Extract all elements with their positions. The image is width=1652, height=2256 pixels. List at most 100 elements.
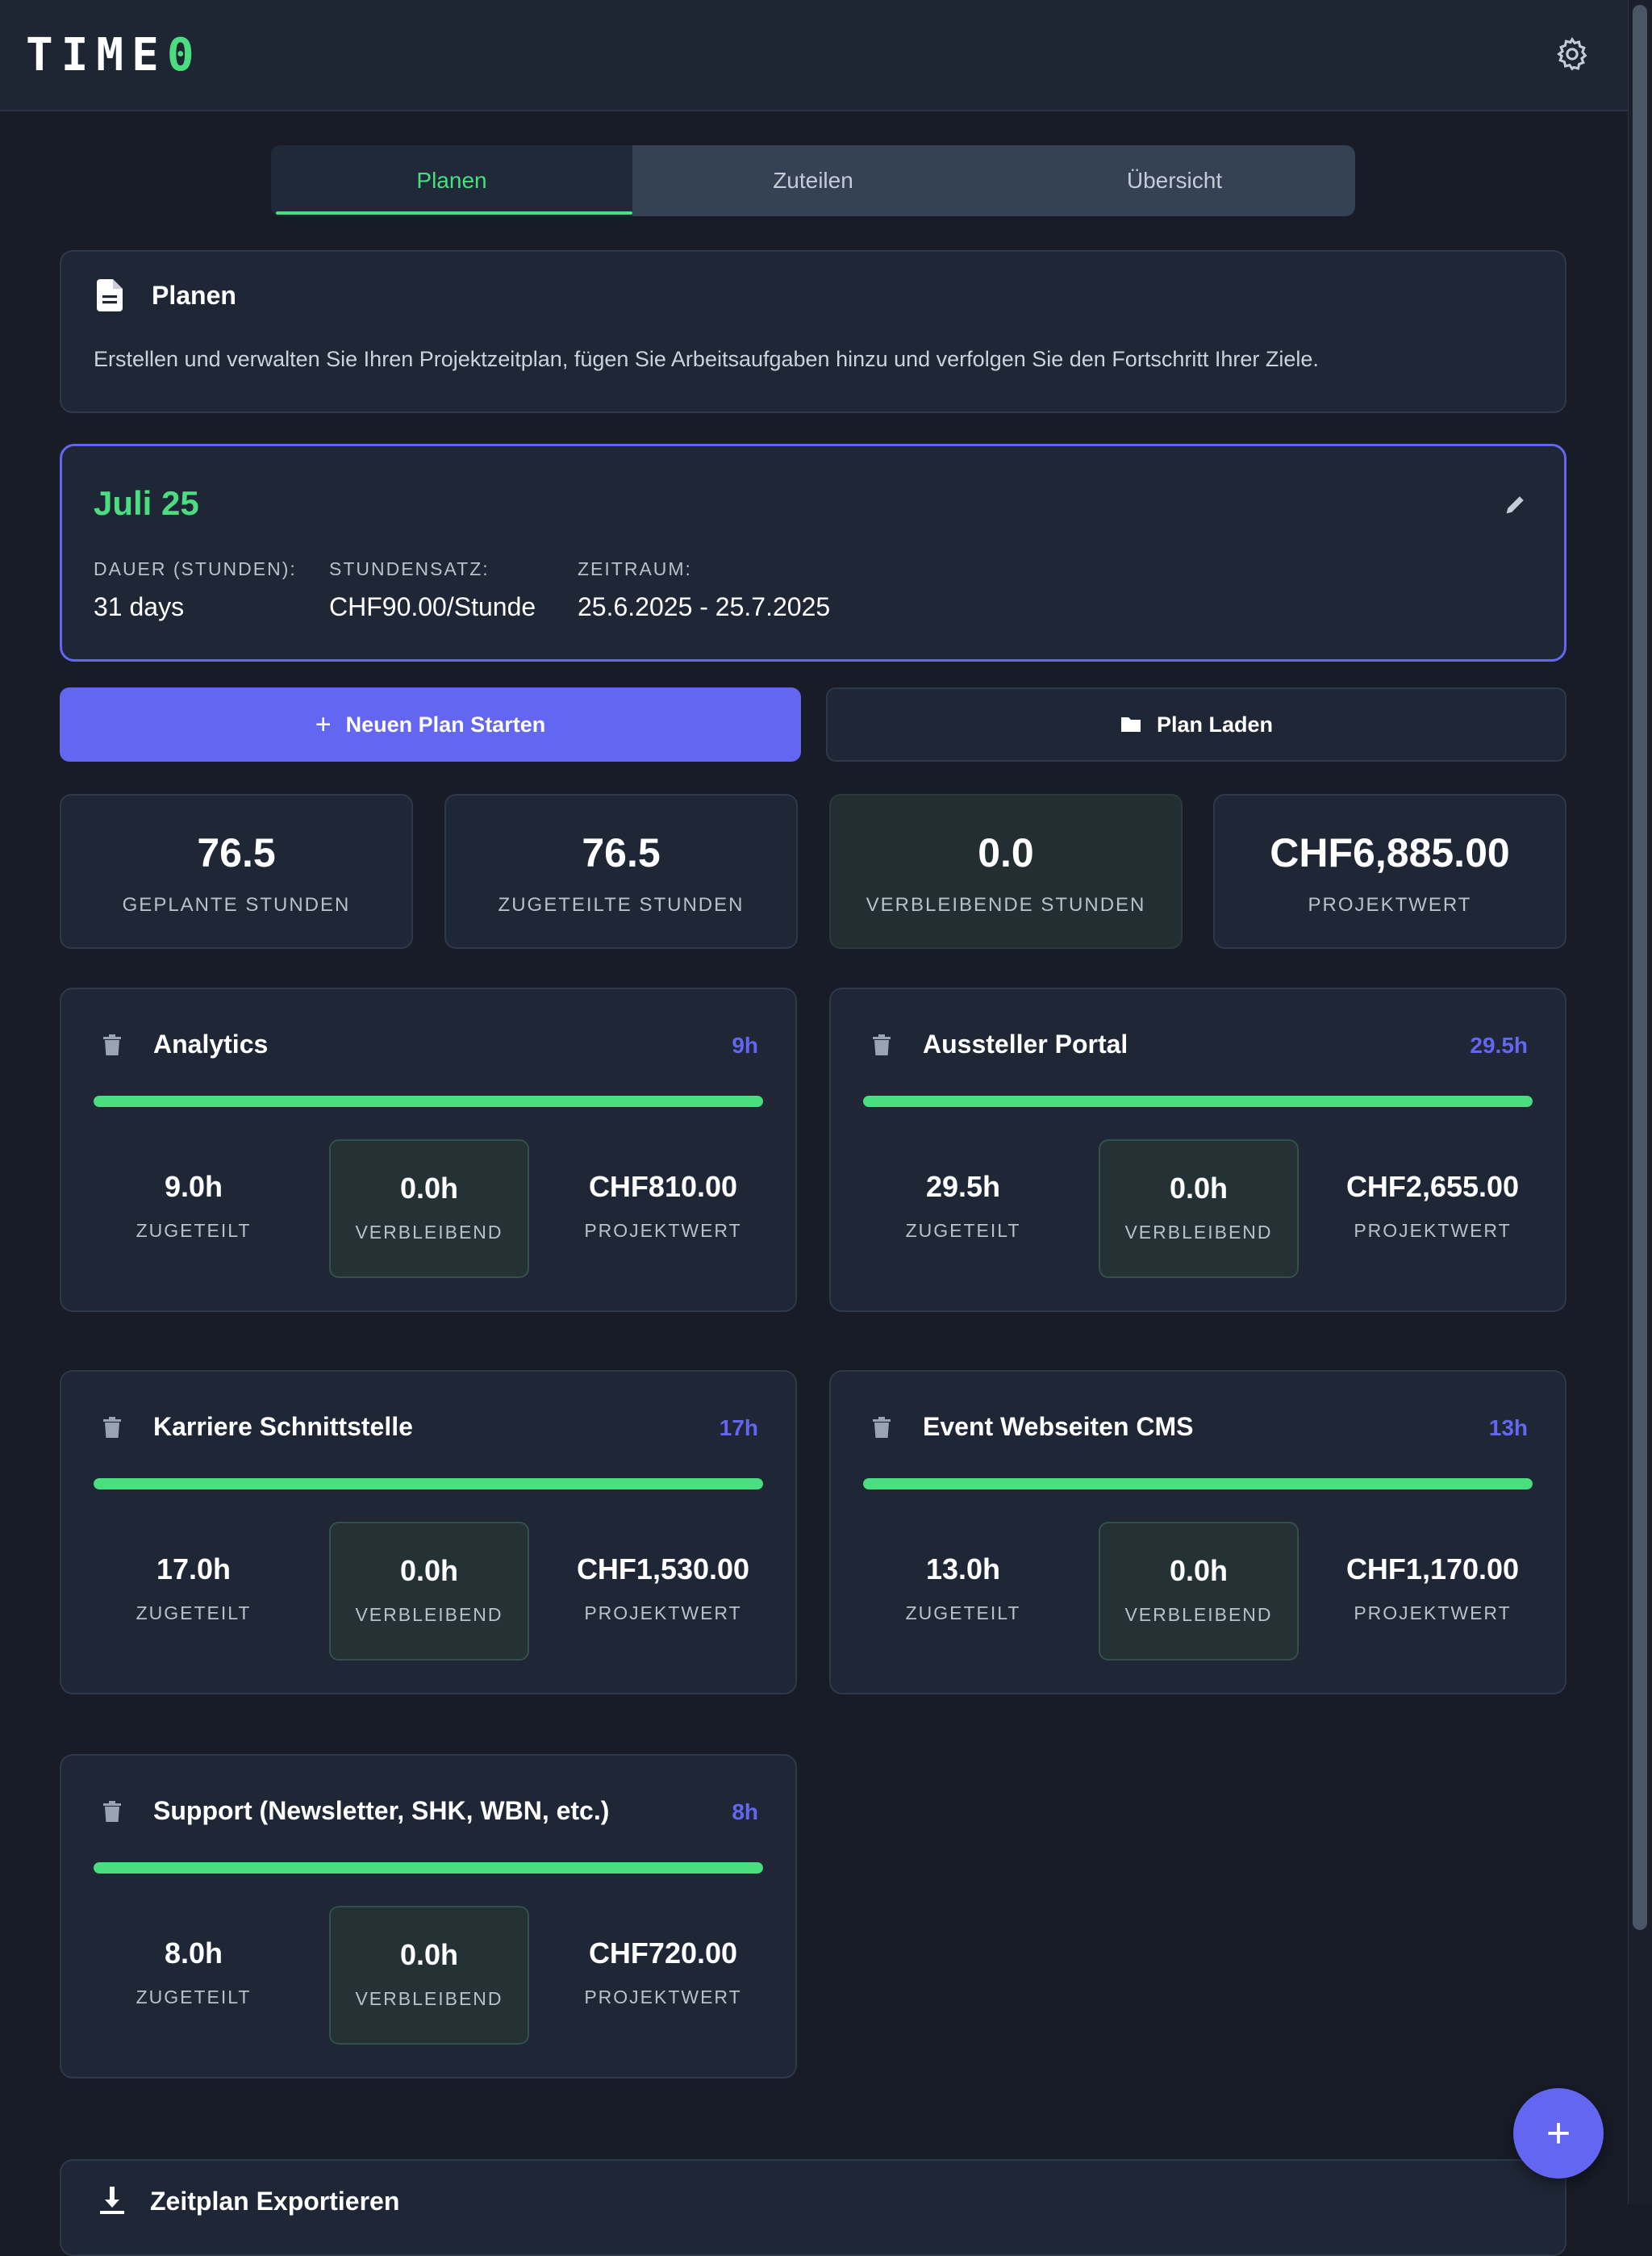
value-column: CHF2,655.00 PROJEKTWERT bbox=[1333, 1139, 1533, 1278]
remaining-column: 0.0h VERBLEIBEND bbox=[1099, 1522, 1299, 1661]
progress-fill bbox=[94, 1478, 763, 1489]
allocated-caption: ZUGETEILT bbox=[136, 1602, 252, 1623]
project-card: Aussteller Portal 29.5h 29.5h ZUGETEILT 0… bbox=[829, 988, 1566, 1312]
trash-icon[interactable] bbox=[103, 1417, 121, 1438]
download-icon bbox=[100, 2187, 124, 2214]
load-plan-button[interactable]: Plan Laden bbox=[826, 687, 1566, 762]
project-card: Analytics 9h 9.0h ZUGETEILT 0.0h VERBLEIBE… bbox=[60, 988, 797, 1312]
project-name: Analytics bbox=[153, 1030, 269, 1059]
tab-bar: Planen Zuteilen Übersicht bbox=[271, 145, 1355, 216]
new-plan-button[interactable]: + Neuen Plan Starten bbox=[60, 687, 801, 762]
intro-text: Erstellen und verwalten Sie Ihren Projek… bbox=[94, 347, 1319, 371]
stat-project-value: CHF6,885.00 PROJEKTWERT bbox=[1213, 794, 1566, 949]
allocated-column: 13.0h ZUGETEILT bbox=[863, 1522, 1063, 1661]
tab-zuteilen[interactable]: Zuteilen bbox=[632, 145, 994, 216]
new-plan-label: Neuen Plan Starten bbox=[345, 712, 546, 737]
remaining-caption: VERBLEIBEND bbox=[355, 1222, 503, 1243]
progress-fill bbox=[94, 1862, 763, 1874]
top-bar: TIME0 bbox=[0, 0, 1628, 111]
plan-title: Juli 25 bbox=[94, 484, 199, 522]
document-icon bbox=[97, 279, 123, 311]
tab-planen[interactable]: Planen bbox=[271, 145, 632, 216]
stat-value: 76.5 bbox=[582, 830, 661, 875]
project-hours: 8h bbox=[732, 1799, 758, 1824]
trash-icon[interactable] bbox=[873, 1417, 891, 1438]
intro-card bbox=[60, 250, 1566, 413]
project-hours: 13h bbox=[1488, 1415, 1528, 1440]
allocated-value: 9.0h bbox=[164, 1170, 223, 1203]
edit-pencil-icon[interactable] bbox=[1505, 494, 1526, 515]
remaining-column: 0.0h VERBLEIBEND bbox=[1099, 1139, 1299, 1278]
tab-uebersicht[interactable]: Übersicht bbox=[994, 145, 1355, 216]
allocated-value: 13.0h bbox=[925, 1552, 1001, 1585]
project-value: CHF810.00 bbox=[588, 1170, 738, 1203]
project-card: Event Webseiten CMS 13h 13.0h ZUGETEILT 0… bbox=[829, 1370, 1566, 1694]
remaining-value: 0.0h bbox=[1169, 1172, 1229, 1205]
value-column: CHF810.00 PROJEKTWERT bbox=[563, 1139, 763, 1278]
trash-icon[interactable] bbox=[103, 1034, 121, 1055]
stat-value: 0.0 bbox=[978, 830, 1034, 875]
remaining-value: 0.0h bbox=[399, 1938, 459, 1971]
progress-bar bbox=[94, 1096, 763, 1107]
gear-icon[interactable] bbox=[1554, 36, 1591, 73]
project-value: CHF2,655.00 bbox=[1345, 1170, 1520, 1203]
stat-label: VERBLEIBENDE STUNDEN bbox=[866, 894, 1146, 916]
remaining-value: 0.0h bbox=[399, 1554, 459, 1587]
duration-value: 31 days bbox=[94, 592, 185, 621]
plan-card bbox=[60, 444, 1566, 662]
value-column: CHF1,530.00 PROJEKTWERT bbox=[563, 1522, 763, 1661]
add-project-fab[interactable]: + bbox=[1513, 2088, 1604, 2179]
remaining-column: 0.0h VERBLEIBEND bbox=[329, 1522, 529, 1661]
project-value: CHF720.00 bbox=[588, 1936, 738, 1970]
allocated-column: 17.0h ZUGETEILT bbox=[94, 1522, 294, 1661]
stat-allocated-hours: 76.5 ZUGETEILTE STUNDEN bbox=[444, 794, 798, 949]
progress-bar bbox=[94, 1478, 763, 1489]
export-title: Zeitplan Exportieren bbox=[150, 2187, 400, 2216]
duration-label: DAUER (STUNDEN): bbox=[94, 558, 297, 579]
progress-bar bbox=[863, 1478, 1533, 1489]
allocated-column: 29.5h ZUGETEILT bbox=[863, 1139, 1063, 1278]
progress-fill bbox=[94, 1096, 763, 1107]
period-value: 25.6.2025 - 25.7.2025 bbox=[578, 592, 831, 621]
value-caption: PROJEKTWERT bbox=[584, 1220, 742, 1241]
load-plan-label: Plan Laden bbox=[1156, 712, 1274, 737]
project-value: CHF1,530.00 bbox=[576, 1552, 750, 1585]
allocated-caption: ZUGETEILT bbox=[905, 1220, 1021, 1241]
project-value: CHF1,170.00 bbox=[1345, 1552, 1520, 1585]
folder-icon bbox=[1120, 717, 1141, 732]
intro-title: Planen bbox=[152, 281, 236, 310]
allocated-value: 29.5h bbox=[925, 1170, 1001, 1203]
value-column: CHF720.00 PROJEKTWERT bbox=[563, 1906, 763, 2045]
rate-label: STUNDENSATZ: bbox=[329, 558, 490, 579]
project-hours: 9h bbox=[732, 1033, 758, 1058]
project-name: Aussteller Portal bbox=[923, 1030, 1128, 1059]
allocated-value: 8.0h bbox=[164, 1936, 223, 1970]
remaining-value: 0.0h bbox=[399, 1172, 459, 1205]
remaining-caption: VERBLEIBEND bbox=[1124, 1222, 1273, 1243]
stat-label: ZUGETEILTE STUNDEN bbox=[498, 894, 745, 916]
progress-bar bbox=[94, 1862, 763, 1874]
value-caption: PROJEKTWERT bbox=[1354, 1602, 1512, 1623]
remaining-caption: VERBLEIBEND bbox=[355, 1604, 503, 1625]
period-label: ZEITRAUM: bbox=[578, 558, 692, 579]
progress-bar bbox=[863, 1096, 1533, 1107]
plus-icon: + bbox=[315, 708, 332, 740]
remaining-column: 0.0h VERBLEIBEND bbox=[329, 1906, 529, 2045]
value-caption: PROJEKTWERT bbox=[584, 1602, 742, 1623]
remaining-caption: VERBLEIBEND bbox=[355, 1988, 503, 2009]
value-caption: PROJEKTWERT bbox=[1354, 1220, 1512, 1241]
stat-label: PROJEKTWERT bbox=[1308, 894, 1472, 916]
scrollbar-thumb[interactable] bbox=[1633, 5, 1647, 1930]
allocated-caption: ZUGETEILT bbox=[136, 1987, 252, 2007]
project-card: Support (Newsletter, SHK, WBN, etc.) 8h … bbox=[60, 1754, 797, 2078]
logo-accent: 0 bbox=[166, 29, 202, 81]
remaining-column: 0.0h VERBLEIBEND bbox=[329, 1139, 529, 1278]
app-logo[interactable]: TIME0 bbox=[26, 29, 202, 81]
stat-value: CHF6,885.00 bbox=[1270, 830, 1510, 875]
trash-icon[interactable] bbox=[873, 1034, 891, 1055]
project-card: Karriere Schnittstelle 17h 17.0h ZUGETEIL… bbox=[60, 1370, 797, 1694]
trash-icon[interactable] bbox=[103, 1801, 121, 1822]
project-hours: 17h bbox=[719, 1415, 758, 1440]
project-hours: 29.5h bbox=[1470, 1033, 1528, 1058]
value-column: CHF1,170.00 PROJEKTWERT bbox=[1333, 1522, 1533, 1661]
